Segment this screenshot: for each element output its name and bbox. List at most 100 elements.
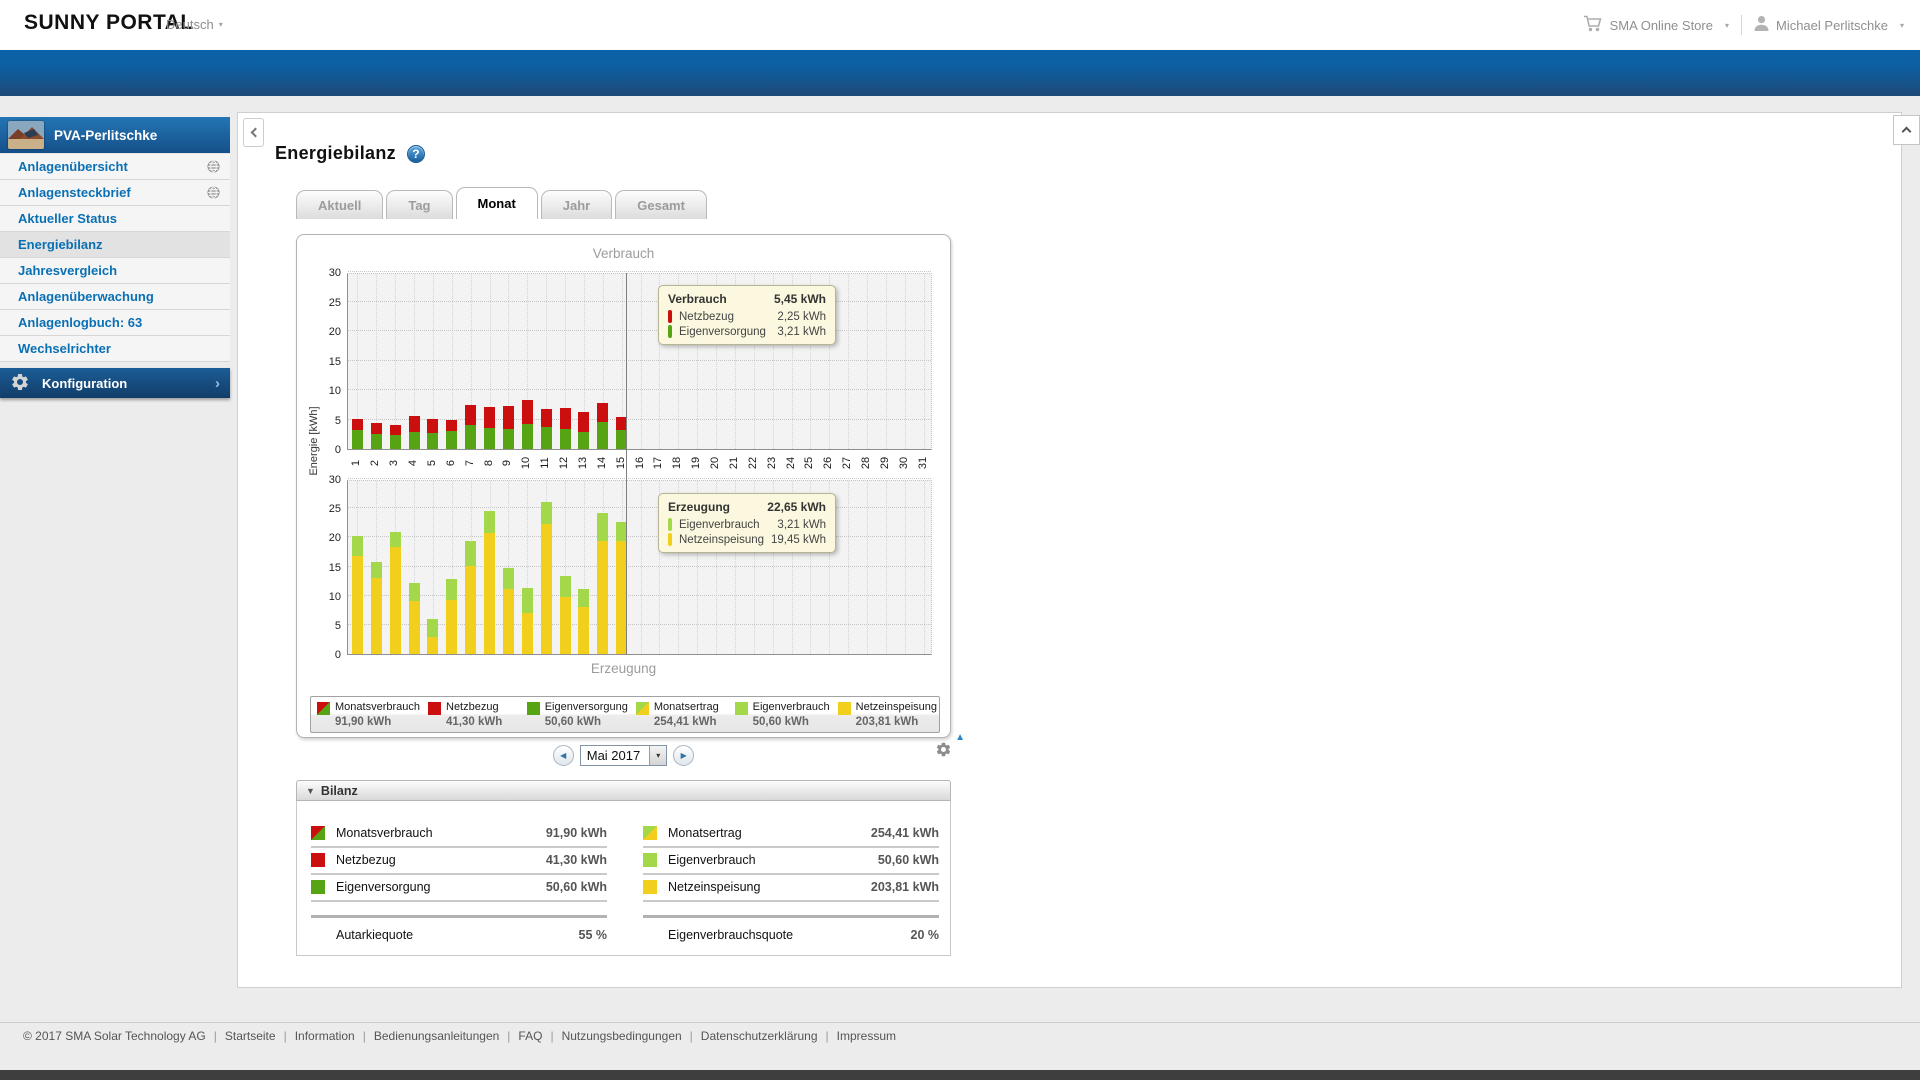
sidebar-item-anlagenlogbuch-63[interactable]: Anlagenlogbuch: 63 — [0, 310, 230, 336]
collapse-sidebar-button[interactable] — [243, 118, 264, 147]
bar-segment-netzbezug[interactable] — [578, 411, 590, 432]
bar-segment-netzbezug[interactable] — [521, 400, 533, 424]
sidebar-item-jahresvergleich[interactable]: Jahresvergleich — [0, 258, 230, 284]
bar-segment-netzbezug[interactable] — [540, 408, 552, 427]
footer-link-information[interactable]: Information — [295, 1029, 355, 1043]
bar-segment-netzeinspeisung[interactable] — [597, 540, 609, 654]
help-icon[interactable]: ? — [406, 144, 425, 163]
bar-segment-eigenversorgung[interactable] — [446, 430, 458, 449]
bar-segment-netzbezug[interactable] — [559, 408, 571, 429]
store-menu[interactable]: SMA Online Store ▾ — [1583, 15, 1729, 35]
bar-segment-eigenverbrauch[interactable] — [427, 619, 439, 637]
bar-segment-eigenversorgung[interactable] — [370, 434, 382, 449]
sidebar-item-anlagen-berwachung[interactable]: Anlagenüberwachung — [0, 284, 230, 310]
bar-segment-eigenverbrauch[interactable] — [370, 562, 382, 579]
tab-gesamt[interactable]: Gesamt — [615, 190, 707, 219]
bar-segment-eigenverbrauch[interactable] — [597, 512, 609, 541]
bar-segment-eigenversorgung[interactable] — [389, 435, 401, 449]
bar-segment-eigenverbrauch[interactable] — [446, 579, 458, 600]
bar-segment-eigenversorgung[interactable] — [408, 431, 420, 449]
bar-segment-netzbezug[interactable] — [597, 403, 609, 422]
bar-segment-eigenverbrauch[interactable] — [578, 589, 590, 607]
sidebar-item-konfiguration[interactable]: Konfiguration › — [0, 368, 230, 398]
bar-segment-netzbezug[interactable] — [370, 423, 382, 435]
bar-segment-eigenverbrauch[interactable] — [559, 576, 571, 598]
footer-link-impressum[interactable]: Impressum — [837, 1029, 896, 1043]
prev-month-button[interactable]: ◀ — [552, 744, 574, 766]
footer-link-startseite[interactable]: Startseite — [225, 1029, 276, 1043]
erzeugung-plot[interactable] — [347, 478, 932, 655]
bar-segment-eigenversorgung[interactable] — [484, 427, 495, 449]
tab-tag[interactable]: Tag — [386, 190, 453, 219]
legend-item-netzbezug: Netzbezug 41,30 kWh — [422, 697, 521, 732]
bar-segment-netzbezug[interactable] — [465, 405, 477, 425]
bar-segment-netzeinspeisung[interactable] — [521, 613, 533, 654]
bar-segment-netzeinspeisung[interactable] — [578, 606, 590, 654]
bar-segment-eigenversorgung[interactable] — [521, 423, 533, 449]
bar-segment-eigenversorgung[interactable] — [597, 421, 609, 449]
bilanz-header[interactable]: ▼ Bilanz — [296, 780, 951, 801]
bar-segment-eigenverbrauch[interactable] — [351, 536, 363, 556]
bar-segment-netzbezug[interactable] — [446, 419, 458, 431]
bar-segment-netzeinspeisung[interactable] — [446, 599, 458, 654]
bar-segment-eigenverbrauch[interactable] — [540, 501, 552, 524]
bar-segment-netzbezug[interactable] — [351, 418, 363, 431]
tab-aktuell[interactable]: Aktuell — [296, 190, 384, 219]
scroll-top-button[interactable] — [1893, 115, 1920, 145]
bar-segment-netzeinspeisung[interactable] — [484, 532, 495, 654]
footer-link-datenschutzerkl-rung[interactable]: Datenschutzerklärung — [701, 1029, 818, 1043]
store-label: SMA Online Store — [1609, 17, 1713, 33]
footer-separator: | — [689, 1029, 693, 1043]
bar-segment-eigenverbrauch[interactable] — [484, 511, 495, 533]
tab-bar: Aktuell Tag Monat Jahr Gesamt — [296, 187, 707, 219]
user-menu[interactable]: Michael Perlitschke ▾ — [1754, 15, 1904, 35]
plant-header[interactable]: PVA-Perlitschke — [0, 117, 230, 153]
bar-segment-netzbezug[interactable] — [408, 416, 420, 432]
bar-segment-netzeinspeisung[interactable] — [389, 546, 401, 654]
bar-segment-netzbezug[interactable] — [389, 425, 401, 436]
bar-segment-eigenversorgung[interactable] — [578, 431, 590, 449]
bar-segment-eigenverbrauch[interactable] — [521, 587, 533, 614]
footer-link-bedienungsanleitungen[interactable]: Bedienungsanleitungen — [374, 1029, 499, 1043]
bar-segment-eigenversorgung[interactable] — [502, 428, 514, 449]
bar-segment-eigenverbrauch[interactable] — [465, 540, 477, 566]
language-selector[interactable]: Deutsch ▾ — [166, 17, 223, 32]
sidebar-item-energiebilanz[interactable]: Energiebilanz — [0, 232, 230, 258]
y-tick-label: 25 — [328, 297, 341, 309]
bar-segment-eigenversorgung[interactable] — [465, 424, 477, 449]
bar-segment-netzeinspeisung[interactable] — [408, 600, 420, 654]
bar-segment-netzbezug[interactable] — [427, 418, 439, 434]
sidebar-item-anlagen-bersicht[interactable]: Anlagenübersicht — [0, 154, 230, 180]
verbrauch-plot[interactable] — [347, 271, 932, 450]
chart-settings-icon[interactable]: ▲ — [935, 732, 965, 765]
bar-segment-netzeinspeisung[interactable] — [540, 523, 552, 654]
bar-segment-netzeinspeisung[interactable] — [370, 578, 382, 654]
next-month-button[interactable]: ▶ — [673, 744, 695, 766]
month-select[interactable]: Mai 2017 ▾ — [579, 744, 668, 766]
sidebar-item-wechselrichter[interactable]: Wechselrichter — [0, 336, 230, 362]
bar-segment-eigenverbrauch[interactable] — [408, 583, 420, 601]
tab-monat[interactable]: Monat — [455, 187, 538, 219]
gridline-horizontal — [348, 507, 931, 509]
footer-link-faq[interactable]: FAQ — [518, 1029, 542, 1043]
bilanz-quote-autarkiequote: Autarkiequote 55 % — [311, 918, 607, 942]
bar-segment-netzeinspeisung[interactable] — [465, 565, 477, 654]
series-marker — [668, 518, 672, 531]
bar-segment-eigenverbrauch[interactable] — [389, 532, 401, 547]
bar-segment-eigenversorgung[interactable] — [540, 426, 552, 449]
bar-segment-netzbezug[interactable] — [484, 407, 495, 428]
tooltip-header: Erzeugung 22,65 kWh — [668, 500, 826, 514]
bar-segment-netzeinspeisung[interactable] — [502, 589, 514, 654]
bar-segment-eigenverbrauch[interactable] — [502, 568, 514, 590]
sidebar-item-anlagensteckbrief[interactable]: Anlagensteckbrief — [0, 180, 230, 206]
bar-segment-eigenversorgung[interactable] — [559, 428, 571, 449]
bar-segment-netzeinspeisung[interactable] — [427, 636, 439, 654]
footer-link-nutzungsbedingungen[interactable]: Nutzungsbedingungen — [562, 1029, 682, 1043]
sidebar-item-aktueller-status[interactable]: Aktueller Status — [0, 206, 230, 232]
tab-jahr[interactable]: Jahr — [540, 190, 613, 219]
bar-segment-netzbezug[interactable] — [502, 405, 514, 429]
bar-segment-netzeinspeisung[interactable] — [559, 597, 571, 654]
bar-segment-eigenversorgung[interactable] — [351, 430, 363, 449]
bar-segment-eigenversorgung[interactable] — [427, 433, 439, 449]
bar-segment-netzeinspeisung[interactable] — [351, 556, 363, 654]
